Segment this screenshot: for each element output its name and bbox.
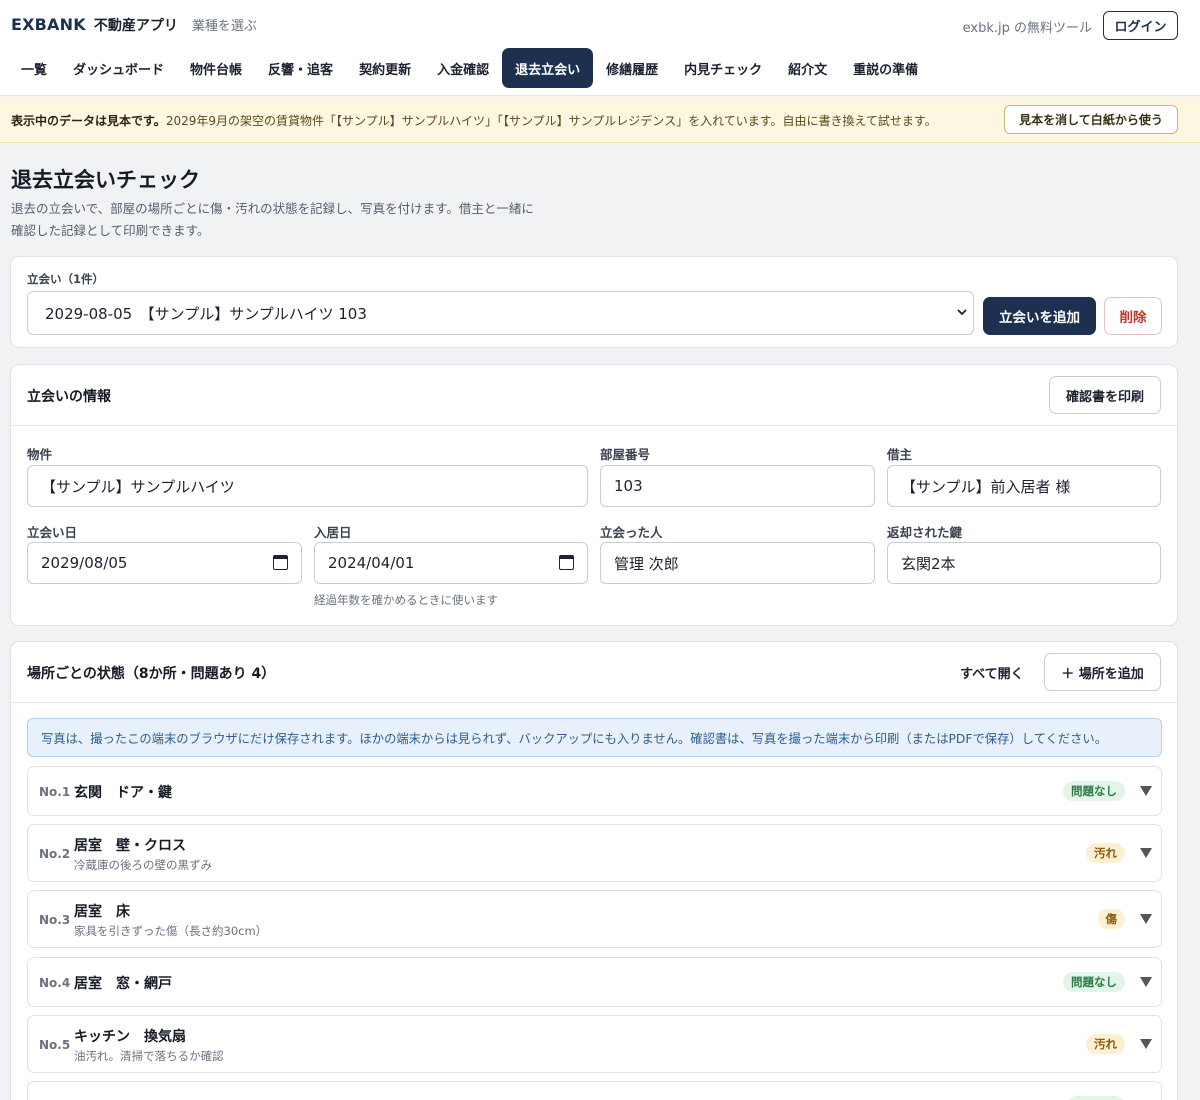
status-badge: 汚れ bbox=[1086, 1034, 1125, 1054]
tenant-value: 【サンプル】前入居者 様 bbox=[901, 477, 1071, 496]
nav-item-repair-history[interactable]: 修繕履歴 bbox=[593, 48, 671, 88]
banner-bold-text: 表示中のデータは見本です。 bbox=[11, 114, 166, 128]
location-name: キッチン 換気扇 bbox=[74, 1029, 186, 1045]
nav-item-disclosure-prep[interactable]: 重説の準備 bbox=[840, 48, 931, 88]
location-name: 居室 窓・網戸 bbox=[74, 976, 172, 992]
page-description: 退去の立会いで、部屋の場所ごとに傷・汚れの状態を記録し、写真を付けます。借主と一… bbox=[11, 198, 571, 242]
nav-item-contract-renewal[interactable]: 契約更新 bbox=[346, 48, 424, 88]
delete-inspection-button[interactable]: 削除 bbox=[1104, 297, 1162, 335]
brand: EXBANK 不動産アプリ 業種を選ぶ bbox=[11, 15, 257, 35]
expand-caret-icon[interactable] bbox=[1140, 1039, 1152, 1049]
property-field[interactable]: 【サンプル】サンプルハイツ bbox=[27, 465, 588, 507]
movein-date-field[interactable]: 2024/04/01 bbox=[314, 542, 588, 584]
location-number: No.2 bbox=[39, 847, 71, 861]
inspection-selector-card: 立会い（1件） 2029-08-05 【サンプル】サンプルハイツ 103 立会い… bbox=[10, 256, 1178, 348]
location-item[interactable]: No.2 居室 壁・クロス 冷蔵庫の後ろの壁の黒ずみ 汚れ bbox=[27, 824, 1162, 882]
banner-text: 表示中のデータは見本です。2029年9月の架空の賃貸物件「【サンプル】サンプルハ… bbox=[11, 112, 937, 129]
returned-keys-label: 返却された鍵 bbox=[887, 525, 963, 540]
location-name: 居室 床 bbox=[74, 904, 130, 920]
location-item[interactable]: No.3 居室 床 家具を引きずった傷（長さ約30cm） 傷 bbox=[27, 890, 1162, 948]
page-title: 退去立会いチェック bbox=[11, 168, 200, 192]
status-badge: 問題なし bbox=[1063, 972, 1125, 992]
room-number-label: 部屋番号 bbox=[600, 447, 651, 462]
attendee-field[interactable]: 管理 次郎 bbox=[600, 542, 875, 584]
inspection-info-card: 立会いの情報 確認書を印刷 物件 【サンプル】サンプルハイツ 部屋番号 103 … bbox=[10, 364, 1178, 626]
attendee-label: 立会った人 bbox=[600, 525, 663, 540]
main-nav: 一覧 ダッシュボード 物件台帳 反響・追客 契約更新 入金確認 退去立会い 修繕… bbox=[8, 48, 931, 88]
inspection-date-label: 立会い日 bbox=[27, 525, 78, 540]
location-number: No.1 bbox=[39, 785, 71, 799]
property-value: 【サンプル】サンプルハイツ bbox=[41, 477, 235, 496]
movein-date-value: 2024/04/01 bbox=[328, 554, 415, 572]
expand-caret-icon[interactable] bbox=[1140, 914, 1152, 924]
inspection-info-title: 立会いの情報 bbox=[27, 389, 111, 405]
nav-item-property-ledger[interactable]: 物件台帳 bbox=[177, 48, 255, 88]
add-inspection-button[interactable]: 立会いを追加 bbox=[983, 297, 1096, 335]
expand-caret-icon[interactable] bbox=[1140, 786, 1152, 796]
brand-logo[interactable]: EXBANK bbox=[11, 15, 86, 34]
inspection-select[interactable]: 2029-08-05 【サンプル】サンプルハイツ 103 bbox=[27, 291, 974, 335]
clear-sample-button[interactable]: 見本を消して白紙から使う bbox=[1004, 105, 1178, 134]
location-note: 冷蔵庫の後ろの壁の黒ずみ bbox=[74, 858, 212, 872]
page-description-line-1: 退去の立会いで、部屋の場所ごとに傷・汚れの状態を記録し、写真を付けます。借主と一… bbox=[11, 201, 534, 216]
expand-caret-icon[interactable] bbox=[1140, 848, 1152, 858]
location-item[interactable]: No.4 居室 窓・網戸 問題なし bbox=[27, 957, 1162, 1007]
page-description-line-2: 確認した記録として印刷できます。 bbox=[11, 223, 210, 238]
calendar-icon[interactable] bbox=[273, 555, 288, 570]
location-number: No.4 bbox=[39, 976, 71, 990]
location-number: No.5 bbox=[39, 1038, 71, 1052]
status-badge: 汚れ bbox=[1086, 843, 1125, 863]
location-item[interactable]: No.1 玄関 ドア・鍵 問題なし bbox=[27, 766, 1162, 816]
locations-card: 場所ごとの状態（8か所・問題あり 4） すべて開く ＋ 場所を追加 写真は、撮っ… bbox=[10, 641, 1178, 1100]
tenant-label: 借主 bbox=[887, 447, 913, 462]
room-number-value: 103 bbox=[614, 477, 643, 495]
location-name: 居室 壁・クロス bbox=[74, 838, 186, 854]
returned-keys-value: 玄関2本 bbox=[901, 554, 956, 573]
location-item[interactable]: No.5 キッチン 換気扇 油汚れ。清掃で落ちるか確認 汚れ bbox=[27, 1015, 1162, 1073]
locations-title: 場所ごとの状態（8か所・問題あり 4） bbox=[27, 666, 276, 682]
location-item[interactable] bbox=[27, 1081, 1162, 1100]
locations-header: 場所ごとの状態（8か所・問題あり 4） すべて開く ＋ 場所を追加 bbox=[11, 642, 1177, 703]
inspection-select-value: 2029-08-05 【サンプル】サンプルハイツ 103 bbox=[45, 304, 367, 323]
status-badge: 問題なし bbox=[1063, 781, 1125, 801]
location-note: 家具を引きずった傷（長さ約30cm） bbox=[74, 924, 268, 938]
nav-item-moveout-inspection[interactable]: 退去立会い bbox=[502, 48, 594, 88]
print-confirmation-button[interactable]: 確認書を印刷 bbox=[1049, 376, 1161, 414]
chevron-down-icon bbox=[957, 306, 967, 319]
property-label: 物件 bbox=[27, 447, 53, 462]
choose-industry-link[interactable]: 業種を選ぶ bbox=[192, 15, 257, 34]
sample-data-banner: 表示中のデータは見本です。2029年9月の架空の賃貸物件「【サンプル】サンプルハ… bbox=[0, 97, 1200, 143]
movein-date-label: 入居日 bbox=[314, 525, 352, 540]
inspection-date-field[interactable]: 2029/08/05 bbox=[27, 542, 302, 584]
returned-keys-field[interactable]: 玄関2本 bbox=[887, 542, 1161, 584]
photo-storage-notice: 写真は、撮ったこの端末のブラウザにだけ保存されます。ほかの端末からは見られず、バ… bbox=[27, 718, 1162, 757]
inspection-selector-label: 立会い（1件） bbox=[27, 272, 105, 286]
app-header: EXBANK 不動産アプリ 業種を選ぶ exbk.jp の無料ツール ログイン … bbox=[0, 0, 1200, 96]
nav-item-list[interactable]: 一覧 bbox=[8, 48, 60, 88]
inspection-date-value: 2029/08/05 bbox=[41, 554, 128, 572]
nav-item-introduction-text[interactable]: 紹介文 bbox=[775, 48, 840, 88]
nav-item-viewing-check[interactable]: 内見チェック bbox=[671, 48, 775, 88]
expand-caret-icon[interactable] bbox=[1140, 977, 1152, 987]
inspection-info-header: 立会いの情報 確認書を印刷 bbox=[11, 365, 1177, 426]
location-name: 玄関 ドア・鍵 bbox=[74, 785, 172, 801]
movein-date-hint: 経過年数を確かめるときに使います bbox=[314, 593, 498, 607]
room-number-field[interactable]: 103 bbox=[600, 465, 875, 507]
add-location-button[interactable]: ＋ 場所を追加 bbox=[1044, 653, 1161, 691]
attendee-value: 管理 次郎 bbox=[614, 554, 679, 573]
calendar-icon[interactable] bbox=[559, 555, 574, 570]
location-number: No.3 bbox=[39, 913, 71, 927]
banner-detail-text: 2029年9月の架空の賃貸物件「【サンプル】サンプルハイツ」「【サンプル】サンプ… bbox=[165, 114, 937, 128]
status-badge bbox=[1067, 1096, 1125, 1100]
location-note: 油汚れ。清掃で落ちるか確認 bbox=[74, 1049, 224, 1063]
expand-all-button[interactable]: すべて開く bbox=[960, 663, 1024, 682]
free-tools-link[interactable]: exbk.jp の無料ツール bbox=[963, 17, 1092, 36]
nav-item-inquiries[interactable]: 反響・追客 bbox=[255, 48, 346, 88]
status-badge: 傷 bbox=[1097, 909, 1125, 929]
app-name: 不動産アプリ bbox=[93, 18, 178, 34]
nav-item-payment-check[interactable]: 入金確認 bbox=[424, 48, 502, 88]
tenant-field[interactable]: 【サンプル】前入居者 様 bbox=[887, 465, 1161, 507]
nav-item-dashboard[interactable]: ダッシュボード bbox=[60, 48, 177, 88]
login-button[interactable]: ログイン bbox=[1103, 11, 1178, 40]
